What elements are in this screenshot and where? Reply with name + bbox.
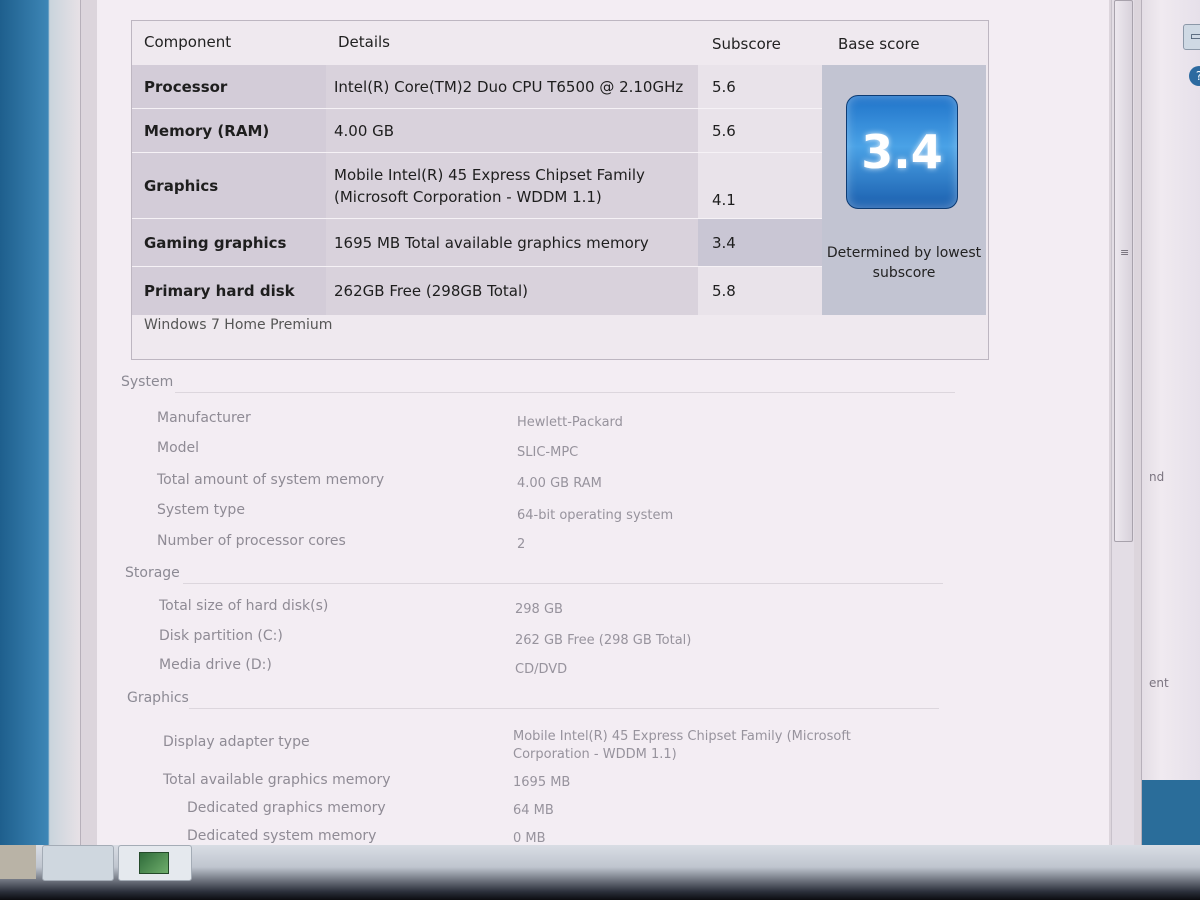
component-subscore-lowest: 3.4 xyxy=(698,219,822,267)
property-value: 1695 MB xyxy=(513,775,571,790)
app-icon xyxy=(139,852,169,874)
property-value: 298 GB xyxy=(515,602,563,617)
component-name: Primary hard disk xyxy=(132,267,326,315)
score-table: Component Details Subscore Base score Pr… xyxy=(131,20,989,360)
property-label: Display adapter type xyxy=(163,734,310,750)
property-label: Model xyxy=(157,440,200,456)
property-value: 262 GB Free (298 GB Total) xyxy=(515,633,692,648)
component-details: Mobile Intel(R) 45 Express Chipset Famil… xyxy=(326,153,698,219)
property-label: Dedicated system memory xyxy=(187,828,377,844)
header-details: Details xyxy=(338,33,391,51)
property-label: Dedicated graphics memory xyxy=(187,800,386,816)
component-name: Processor xyxy=(132,65,326,109)
help-icon[interactable]: ? xyxy=(1189,66,1200,86)
component-subscore: 5.6 xyxy=(698,65,822,109)
component-subscore: 4.1 xyxy=(698,153,822,219)
component-details: 1695 MB Total available graphics memory xyxy=(326,219,698,267)
scrollbar-thumb[interactable]: ≡ xyxy=(1114,0,1133,542)
property-label: Number of processor cores xyxy=(157,533,346,549)
section-title-graphics: Graphics xyxy=(127,690,189,706)
component-details: Intel(R) Core(TM)2 Duo CPU T6500 @ 2.10G… xyxy=(326,65,698,109)
property-label: Manufacturer xyxy=(157,410,251,426)
taskbar xyxy=(0,845,1200,900)
base-score-badge: 3.4 xyxy=(846,95,958,209)
component-subscore: 5.6 xyxy=(698,109,822,153)
header-subscore: Subscore xyxy=(712,35,781,53)
property-value: Mobile Intel(R) 45 Express Chipset Famil… xyxy=(513,729,851,762)
property-value: Hewlett-Packard xyxy=(517,415,623,430)
section-title-storage: Storage xyxy=(125,565,180,581)
property-label: Total amount of system memory xyxy=(157,472,385,488)
windows-edition: Windows 7 Home Premium xyxy=(144,317,333,333)
header-base-score: Base score xyxy=(838,35,920,53)
maximize-button[interactable]: ▭ xyxy=(1183,24,1200,50)
component-details: 4.00 GB xyxy=(326,109,698,153)
property-value: 64 MB xyxy=(513,803,554,818)
property-value: 0 MB xyxy=(513,831,546,845)
taskbar-button[interactable] xyxy=(42,845,114,881)
section-title-system: System xyxy=(121,374,174,390)
section-divider xyxy=(189,708,939,709)
component-subscore: 5.8 xyxy=(698,267,822,315)
property-label: Disk partition (C:) xyxy=(159,628,283,644)
component-name: Graphics xyxy=(132,153,326,219)
grip-icon: ≡ xyxy=(1120,246,1130,259)
base-score-caption: Determined by lowest subscore xyxy=(826,245,982,281)
section-divider xyxy=(183,583,943,584)
start-button[interactable] xyxy=(0,845,36,879)
vertical-scrollbar[interactable]: ≡ xyxy=(1111,0,1134,845)
desktop-background xyxy=(0,0,80,900)
system-performance-window: Component Details Subscore Base score Pr… xyxy=(80,0,1142,845)
property-label: Media drive (D:) xyxy=(159,657,272,673)
background-window-text: ent xyxy=(1149,676,1169,690)
component-name: Memory (RAM) xyxy=(132,109,326,153)
component-name: Gaming graphics xyxy=(132,219,326,267)
property-label: System type xyxy=(157,502,245,518)
property-label: Total size of hard disk(s) xyxy=(159,598,329,614)
property-label: Total available graphics memory xyxy=(163,772,391,788)
header-component: Component xyxy=(144,33,232,51)
property-value: SLIC-MPC xyxy=(517,445,579,460)
property-value: CD/DVD xyxy=(515,662,568,677)
taskbar-button-active[interactable] xyxy=(118,845,192,881)
component-details: 262GB Free (298GB Total) xyxy=(326,267,698,315)
background-window-text: nd xyxy=(1149,470,1165,484)
base-score-panel: 3.4 Determined by lowest subscore xyxy=(822,65,986,315)
section-divider xyxy=(175,392,955,393)
property-value: 64-bit operating system xyxy=(517,508,674,523)
property-value: 2 xyxy=(517,537,526,552)
performance-details-pane: Component Details Subscore Base score Pr… xyxy=(97,0,1109,845)
property-value: 4.00 GB RAM xyxy=(517,476,602,491)
